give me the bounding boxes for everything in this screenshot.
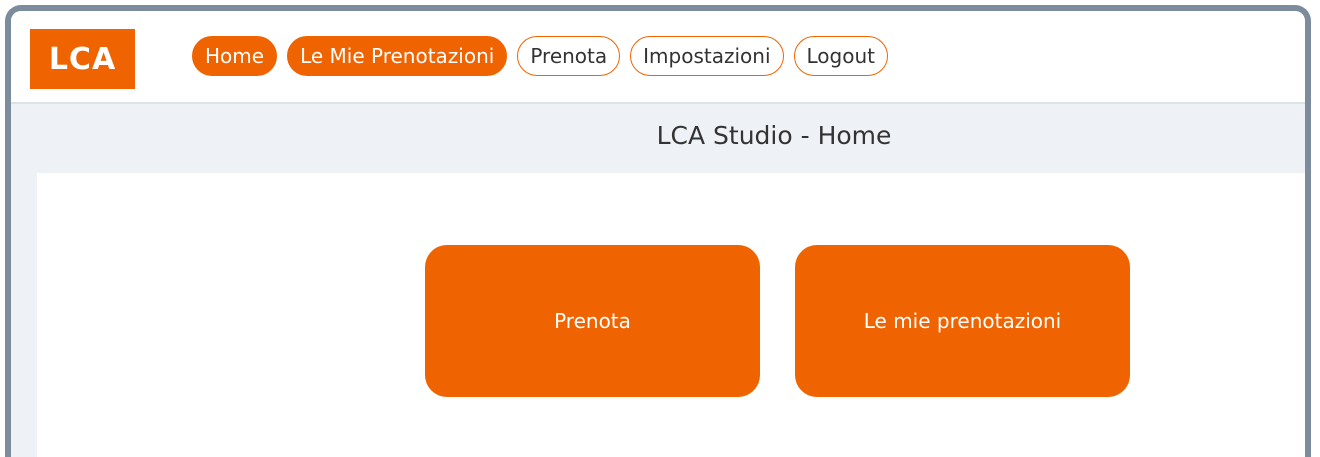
nav-logout-button[interactable]: Logout [793, 36, 888, 76]
logo-text: LCA [48, 41, 117, 77]
main-nav: Home Le Mie Prenotazioni Prenota Imposta… [192, 36, 888, 76]
nav-book-button[interactable]: Prenota [517, 36, 621, 76]
book-tile-button[interactable]: Prenota [425, 245, 760, 397]
main-content: Prenota Le mie prenotazioni [37, 173, 1305, 457]
nav-my-bookings-button[interactable]: Le Mie Prenotazioni [287, 36, 508, 76]
nav-home-button[interactable]: Home [192, 36, 278, 76]
top-navbar: LCA Home Le Mie Prenotazioni Prenota Imp… [11, 11, 1305, 104]
app-window: LCA Home Le Mie Prenotazioni Prenota Imp… [5, 5, 1311, 457]
book-tile-label: Prenota [554, 309, 631, 333]
my-bookings-tile-button[interactable]: Le mie prenotazioni [795, 245, 1130, 397]
lca-logo[interactable]: LCA [30, 29, 135, 89]
nav-settings-button[interactable]: Impostazioni [630, 36, 784, 76]
page-title: LCA Studio - Home [656, 121, 892, 150]
my-bookings-tile-label: Le mie prenotazioni [863, 309, 1062, 333]
